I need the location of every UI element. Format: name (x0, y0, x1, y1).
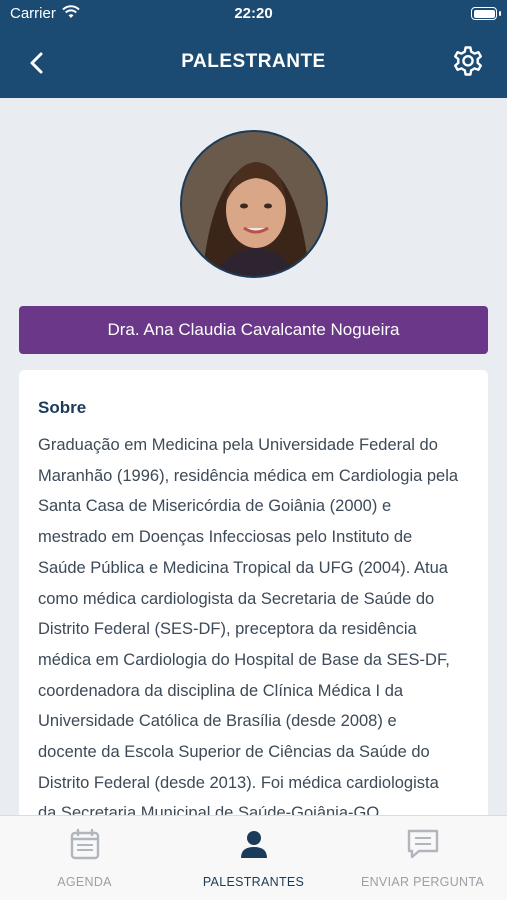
battery-icon (471, 7, 497, 20)
status-time: 22:20 (234, 5, 273, 22)
speaker-portrait (182, 132, 326, 276)
about-line: Universidade Católica de Brasília (desde… (38, 712, 397, 731)
about-line: Distrito Federal (SES-DF), preceptora da… (38, 620, 417, 639)
about-line: Santa Casa de Misericórdia de Goiânia (2… (38, 497, 392, 516)
about-text: Graduação em Medicina pela Universidade … (38, 430, 478, 829)
about-line: Saúde Pública e Medicina Tropical da UFG… (38, 558, 448, 577)
tab-enviar-pergunta-label: ENVIAR PERGUNTA (360, 875, 485, 889)
about-line: Graduação em Medicina pela Universidade … (38, 436, 438, 454)
page-title: PALESTRANTE (181, 51, 326, 72)
speaker-photo (180, 130, 328, 278)
tab-palestrantes-label: PALESTRANTES (202, 875, 305, 889)
about-line: docente da Escola Superior de Ciências d… (38, 743, 430, 762)
message-icon (407, 829, 438, 859)
tab-agenda-label: AGENDA (57, 875, 112, 889)
calendar-icon (70, 828, 99, 860)
about-line: como médica cardiologista da Secretaria … (38, 589, 435, 608)
app-header: Carrier 22:20 PALESTRANTE (0, 0, 507, 98)
about-line: médica em Cardiologia do Hospital de Bas… (38, 650, 450, 669)
about-line: Maranhão (1996), residência médica em Ca… (38, 466, 459, 485)
about-card: Sobre Graduação em Medicina pela Univers… (19, 370, 488, 830)
about-line: coordenadora da disciplina de Clínica Mé… (38, 681, 404, 700)
tab-agenda[interactable]: AGENDA (0, 816, 169, 900)
speaker-name-banner: Dra. Ana Claudia Cavalcante Nogueira (19, 306, 488, 354)
status-bar: Carrier 22:20 (0, 0, 507, 28)
about-line: Distrito Federal (desde 2013). Foi médic… (38, 773, 439, 792)
tab-bar: AGENDA PALESTRANTES ENVIAR PERGUNTA (0, 815, 507, 900)
tab-palestrantes[interactable]: PALESTRANTES (169, 816, 338, 900)
tab-enviar-pergunta[interactable]: ENVIAR PERGUNTA (338, 816, 507, 900)
battery-tip (499, 11, 501, 16)
gear-icon (454, 46, 482, 76)
settings-button[interactable] (450, 44, 486, 80)
about-title: Sobre (38, 398, 87, 417)
speaker-name: Dra. Ana Claudia Cavalcante Nogueira (107, 320, 400, 339)
about-line: mestrado em Doenças Infecciosas pelo Ins… (38, 528, 413, 547)
person-icon (240, 831, 267, 858)
